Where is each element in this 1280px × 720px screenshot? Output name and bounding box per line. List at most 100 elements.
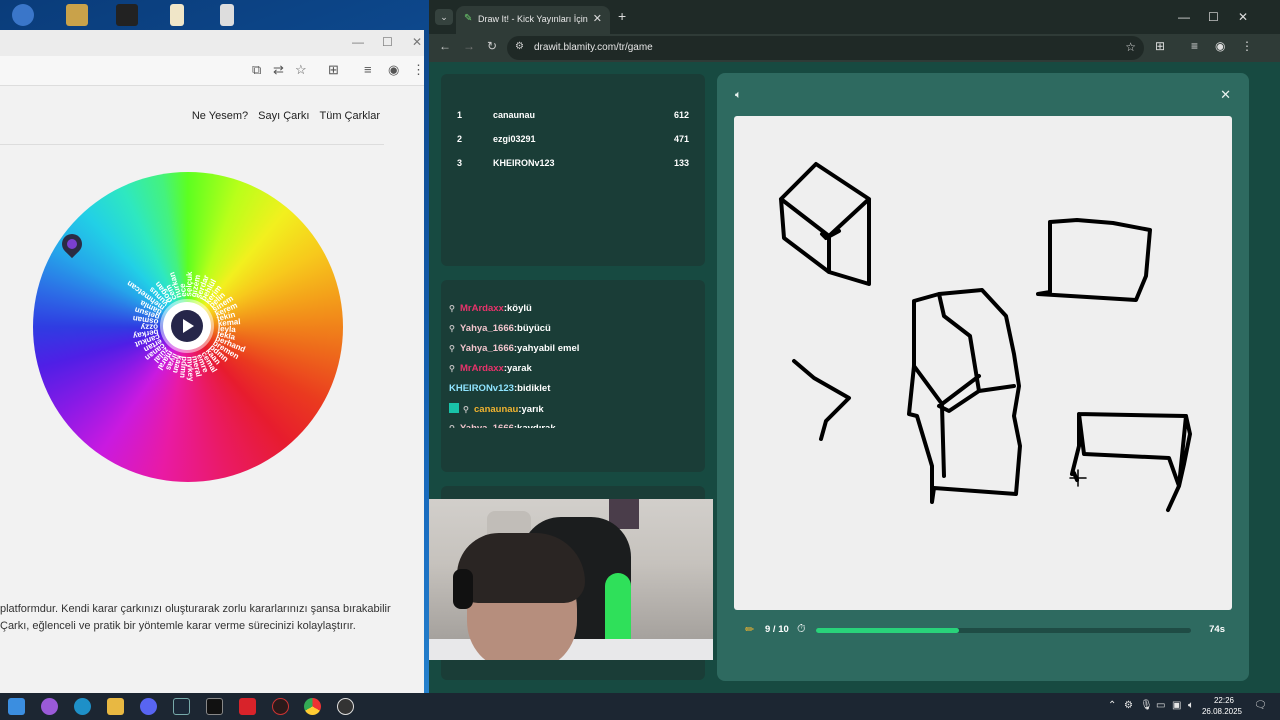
menu-icon[interactable]: ⋮ [412,62,424,78]
leaderboard-row: 2 ezgi03291 471 [457,134,689,150]
leaderboard-rank: 1 [457,110,463,120]
extensions-icon[interactable]: ⊞ [1155,39,1165,53]
nav-link-tum-carklar[interactable]: Tüm Çarklar [319,110,380,122]
stroke-cube-small [779,162,871,286]
bookmark-star-icon[interactable]: ☆ [1125,40,1136,54]
translate-icon[interactable]: ⇄ [273,62,284,78]
chat-username[interactable]: Yahya_1666 [460,343,514,354]
maximize-icon[interactable]: ☐ [382,35,393,49]
window-titlebar: — ☐ ✕ [0,30,424,56]
microphone-icon[interactable]: 🎙︎ [1140,700,1153,711]
chat-message: ⚲ MrArdaxx:köylü [449,303,532,314]
menu-icon[interactable]: ⋮ [1241,39,1253,53]
drawing-game-panel: 🔈︎ ✕ ✏ 9 / 10 ⏱ 74s [717,73,1249,681]
drawing-strokes [779,162,1192,512]
divider [0,144,384,145]
site-info-icon[interactable]: ⚙ [515,41,524,52]
new-tab-icon[interactable]: + [618,8,626,24]
obs-icon[interactable] [337,698,354,715]
leaderboard-rank: 3 [457,158,463,168]
app-icon[interactable] [239,698,256,715]
close-icon[interactable]: ✕ [412,35,422,49]
streamer-hair [457,533,585,603]
pin-badge-icon: ⚲ [449,344,455,353]
edge-icon[interactable] [74,698,91,715]
tray-app-icon[interactable]: ⚙ [1124,700,1133,711]
tab-title: Draw It! - Kick Yayınları İçin Çizim [478,14,590,24]
chat-text: :yarık [518,404,544,415]
nav-link-ne-yesem[interactable]: Ne Yesem? [192,110,248,122]
decision-wheel[interactable]: serdar behlül kerim pelin sinem kerem tekin kem… [33,172,343,482]
media-icon[interactable]: ≡ [364,62,372,77]
wheel-page: Ne Yesem? Sayı Çarkı Tüm Çarklar serdar b… [0,86,424,693]
copilot-icon[interactable] [41,698,58,715]
chat-username[interactable]: Yahya_1666 [460,323,514,334]
app-icon[interactable] [66,4,88,26]
timer-icon: ⏱ [797,623,806,635]
chat-username[interactable]: canaunau [474,404,518,415]
sound-icon[interactable]: 🔈︎ [735,89,742,102]
bookmark-star-icon[interactable]: ☆ [295,62,307,78]
pin-badge-icon: ⚲ [449,424,455,428]
volume-icon[interactable]: 🔈︎ [1188,700,1194,711]
drawing-canvas[interactable] [734,116,1232,610]
profile-icon[interactable]: ◉ [1215,39,1225,53]
pin-badge-icon: ⚲ [449,364,455,373]
chat-message: ⚲ MrArdaxx:yarak [449,363,532,374]
close-icon[interactable]: ✕ [1220,87,1231,103]
taskbar: ⌃ ⚙ 🎙︎ ▭ ▣ 🔈︎ 22:26 26.08.2025 🗨︎ [0,693,1280,720]
back-icon[interactable]: ← [439,39,451,53]
start-icon[interactable] [8,698,25,715]
explorer-icon[interactable] [107,698,124,715]
install-icon[interactable]: ⧉ [252,62,261,78]
reload-icon[interactable]: ↻ [487,39,497,53]
app-icon[interactable] [220,4,234,26]
app-icon[interactable] [272,698,289,715]
discord-icon[interactable] [140,698,157,715]
app-icon[interactable] [116,4,138,26]
stroke-arrow [792,359,851,441]
chat-list: ⚲ MrArdaxx:köylü ⚲ Yahya_1666:büyücü ⚲ Yahya_… [441,280,705,428]
chrome-icon[interactable] [304,698,321,715]
leaderboard-score: 133 [673,158,689,168]
steam-icon[interactable] [173,698,190,715]
tab-drawit[interactable]: ✎ Draw It! - Kick Yayınları İçin Çizim ✕ [456,6,610,34]
maximize-icon[interactable]: ☐ [1208,10,1219,24]
spin-play-icon[interactable] [171,310,203,342]
leaderboard-name: canaunau [493,110,536,120]
clock-date[interactable]: 26.08.2025 [1200,707,1244,716]
close-icon[interactable]: ✕ [1238,10,1248,24]
network-icon[interactable]: ▭ [1156,700,1165,711]
epic-games-icon[interactable] [206,698,223,715]
profile-icon[interactable]: ◉ [388,62,399,78]
leaderboard-rank: 2 [457,134,463,144]
url-text: drawit.blamity.com/tr/game [534,42,653,53]
description-line: platformdur. Kendi karar çarkınızı oluşt… [0,603,391,615]
chat-username[interactable]: Yahya_1666 [460,423,514,428]
app-icon[interactable] [12,4,34,26]
pin-badge-icon: ⚲ [463,405,469,414]
wheel-browser-window: — ☐ ✕ ⧉ ⇄ ☆ ⊞ ≡ ◉ ⋮ Ne Yesem? Sayı Çarkı… [0,30,424,693]
forward-icon[interactable]: → [463,39,475,53]
tab-search-icon[interactable]: ⌄ [435,9,453,25]
extensions-icon[interactable]: ⊞ [328,62,339,78]
wheel-center[interactable] [163,302,211,350]
chat-username[interactable]: KHEIRONv123 [449,383,514,394]
tab-close-icon[interactable]: ✕ [593,12,602,25]
tray-chevron-icon[interactable]: ⌃ [1108,700,1116,711]
nav-link-sayi-carki[interactable]: Sayı Çarkı [258,110,309,122]
browser-toolbar: ⧉ ⇄ ☆ ⊞ ≡ ◉ ⋮ [0,56,424,86]
notification-icon[interactable]: 🗨︎ [1254,700,1267,711]
chat-username[interactable]: MrArdaxx [460,363,504,374]
minimize-icon[interactable]: — [1178,10,1190,24]
file-icon[interactable] [170,4,184,26]
description-line: Çarkı, eğlenceli ve pratik bir yöntemle … [0,620,356,632]
display-icon[interactable]: ▣ [1172,700,1181,711]
clock-time[interactable]: 22:26 [1204,696,1244,705]
media-icon[interactable]: ≡ [1191,39,1198,53]
chat-message: KHEIRONv123:bidiklet [449,383,550,394]
minimize-icon[interactable]: — [352,35,364,49]
leaderboard-name: KHEIRONv123 [493,158,555,168]
chat-username[interactable]: MrArdaxx [460,303,504,314]
url-input[interactable]: ⚙ drawit.blamity.com/tr/game ☆ [507,36,1144,60]
